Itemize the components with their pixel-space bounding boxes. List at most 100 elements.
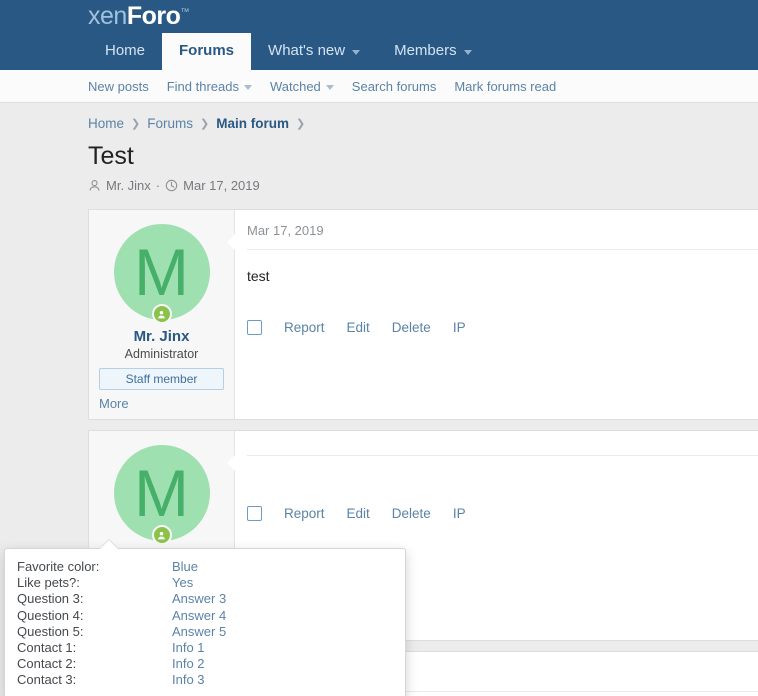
site-header: xenForo™ Home Forums What's new Members bbox=[0, 0, 758, 70]
post-text bbox=[247, 456, 758, 506]
member-custom-fields-tooltip: Favorite color: Blue Like pets?: Yes Que… bbox=[4, 540, 406, 696]
tooltip-row-label: Contact 2: bbox=[17, 656, 77, 672]
thread-meta-separator: · bbox=[155, 178, 161, 193]
tooltip-row-label: Question 5: bbox=[17, 623, 84, 639]
tooltip-row: Favorite color: Blue bbox=[5, 559, 405, 575]
subnav-item-mark-forums-read-label: Mark forums read bbox=[454, 78, 557, 94]
tooltip-row-value[interactable]: Yes bbox=[172, 575, 193, 591]
avatar-wrap: M bbox=[113, 445, 210, 545]
tooltip-row-value[interactable]: Answer 3 bbox=[172, 591, 226, 607]
nav-tab-whats-new[interactable]: What's new bbox=[251, 33, 377, 70]
post-action-ip[interactable]: IP bbox=[453, 506, 466, 521]
post-actions: Report Edit Delete IP bbox=[247, 320, 758, 349]
post-action-delete[interactable]: Delete bbox=[392, 506, 431, 521]
post-action-delete[interactable]: Delete bbox=[392, 320, 431, 335]
subnav-item-watched-label: Watched bbox=[269, 78, 321, 94]
breadcrumb: Home ❯ Forums ❯ Main forum ❯ bbox=[88, 116, 758, 131]
nav-tab-members[interactable]: Members bbox=[377, 33, 489, 70]
subnav-item-search-forums-label: Search forums bbox=[351, 78, 437, 94]
tooltip-row: Contact 2: Info 2 bbox=[5, 656, 405, 672]
staff-member-badge: Staff member bbox=[99, 368, 224, 390]
thread-date: Mar 17, 2019 bbox=[183, 178, 260, 193]
post-text: test bbox=[247, 268, 270, 284]
breadcrumb-item-forums[interactable]: Forums bbox=[147, 116, 193, 131]
user-glyph-icon bbox=[158, 310, 165, 318]
clock-icon bbox=[165, 179, 178, 192]
nav-tab-members-label: Members bbox=[394, 42, 457, 59]
online-status-icon bbox=[151, 525, 172, 545]
tooltip-row: Question 4: Answer 4 bbox=[5, 608, 405, 624]
thread-author[interactable]: Mr. Jinx bbox=[106, 178, 151, 193]
user-glyph-icon bbox=[158, 531, 165, 539]
breadcrumb-item-home[interactable]: Home bbox=[88, 116, 124, 131]
post-user-panel: M Mr. Jinx Administrator Staff member Mo… bbox=[89, 210, 235, 419]
post-action-report[interactable]: Report bbox=[284, 320, 325, 335]
post-author-more-toggle[interactable]: More bbox=[89, 390, 234, 411]
page-body: Home ❯ Forums ❯ Main forum ❯ Test Mr. Ji… bbox=[0, 103, 758, 696]
post-pointer-icon bbox=[227, 234, 235, 250]
tooltip-row-value[interactable]: Blue bbox=[172, 559, 198, 575]
chevron-down-icon bbox=[463, 49, 472, 55]
main-nav: Home Forums What's new Members bbox=[88, 33, 489, 70]
post-action-report[interactable]: Report bbox=[284, 506, 325, 521]
tooltip-row: Question 3: Answer 3 bbox=[5, 591, 405, 607]
chevron-down-icon bbox=[243, 84, 252, 90]
tooltip-row-label: Favorite color: bbox=[17, 559, 100, 574]
secondary-nav: New posts Find threads Watched Search fo… bbox=[0, 70, 758, 103]
breadcrumb-separator-icon: ❯ bbox=[295, 118, 306, 130]
chevron-down-icon bbox=[325, 84, 334, 90]
tooltip-row: Contact 1: Info 1 bbox=[5, 640, 405, 656]
chevron-down-icon bbox=[352, 49, 361, 55]
post-item: M Mr. Jinx Administrator Staff member Mo… bbox=[88, 209, 758, 420]
tooltip-row-label: Contact 1: bbox=[17, 640, 77, 656]
post-date[interactable]: Mar 17, 2019 bbox=[247, 210, 758, 250]
tooltip-row-label: Contact 3: bbox=[17, 672, 77, 688]
breadcrumb-separator-icon: ❯ bbox=[200, 118, 210, 130]
post-author-name[interactable]: Mr. Jinx bbox=[89, 328, 234, 345]
tooltip-row-value[interactable]: Info 2 bbox=[172, 656, 205, 672]
nav-tab-forums[interactable]: Forums bbox=[162, 33, 252, 70]
subnav-item-search-forums[interactable]: Search forums bbox=[352, 79, 437, 94]
logo-text-xen: xen bbox=[88, 2, 127, 30]
tooltip-row-value[interactable]: Answer 4 bbox=[172, 608, 226, 624]
tooltip-row-label: Question 3: bbox=[17, 591, 84, 607]
post-pointer-icon bbox=[227, 455, 235, 471]
post-content-panel: Mar 17, 2019 test Report Edit Delete IP bbox=[227, 210, 758, 419]
post-date[interactable] bbox=[247, 431, 758, 456]
post-action-edit[interactable]: Edit bbox=[347, 320, 370, 335]
post-select-checkbox[interactable] bbox=[247, 320, 262, 335]
tooltip-arrow-icon bbox=[100, 540, 118, 549]
thread-meta: Mr. Jinx · Mar 17, 2019 bbox=[88, 178, 758, 193]
post-author-title: Administrator bbox=[124, 347, 199, 361]
post-action-ip[interactable]: IP bbox=[453, 320, 466, 335]
subnav-item-mark-forums-read[interactable]: Mark forums read bbox=[454, 79, 556, 94]
subnav-item-new-posts-label: New posts bbox=[88, 78, 149, 94]
tooltip-row: Question 5: Answer 5 bbox=[5, 624, 405, 640]
logo-trademark-icon: ™ bbox=[180, 6, 189, 17]
tooltip-row-label: Like pets?: bbox=[17, 575, 80, 591]
nav-tab-home[interactable]: Home bbox=[88, 33, 162, 70]
subnav-item-watched[interactable]: Watched bbox=[270, 79, 334, 94]
post-select-checkbox[interactable] bbox=[247, 506, 262, 521]
page-root: xenForo™ Home Forums What's new Members … bbox=[0, 0, 758, 696]
breadcrumb-separator-icon: ❯ bbox=[131, 118, 141, 130]
tooltip-row-label: Question 4: bbox=[17, 607, 84, 623]
avatar-wrap: M bbox=[113, 224, 210, 324]
breadcrumb-item-main-forum[interactable]: Main forum bbox=[216, 116, 289, 131]
tooltip-row: Contact 3: Info 3 bbox=[5, 672, 405, 688]
site-logo[interactable]: xenForo™ bbox=[88, 2, 189, 31]
nav-tab-forums-label: Forums bbox=[179, 42, 235, 59]
tooltip-row-value[interactable]: Answer 5 bbox=[172, 624, 226, 640]
tooltip-row-value[interactable]: Info 3 bbox=[172, 672, 205, 688]
subnav-item-find-threads[interactable]: Find threads bbox=[167, 79, 252, 94]
subnav-item-find-threads-label: Find threads bbox=[166, 78, 239, 94]
tooltip-row-value[interactable]: Info 1 bbox=[172, 640, 205, 656]
page-title: Test bbox=[88, 142, 134, 170]
online-status-icon bbox=[151, 304, 172, 324]
tooltip-row: Like pets?: Yes bbox=[5, 575, 405, 591]
post-action-edit[interactable]: Edit bbox=[347, 506, 370, 521]
nav-tab-home-label: Home bbox=[105, 42, 146, 59]
nav-tab-whats-new-label: What's new bbox=[268, 42, 346, 59]
subnav-item-new-posts[interactable]: New posts bbox=[88, 79, 149, 94]
user-icon bbox=[89, 180, 100, 191]
